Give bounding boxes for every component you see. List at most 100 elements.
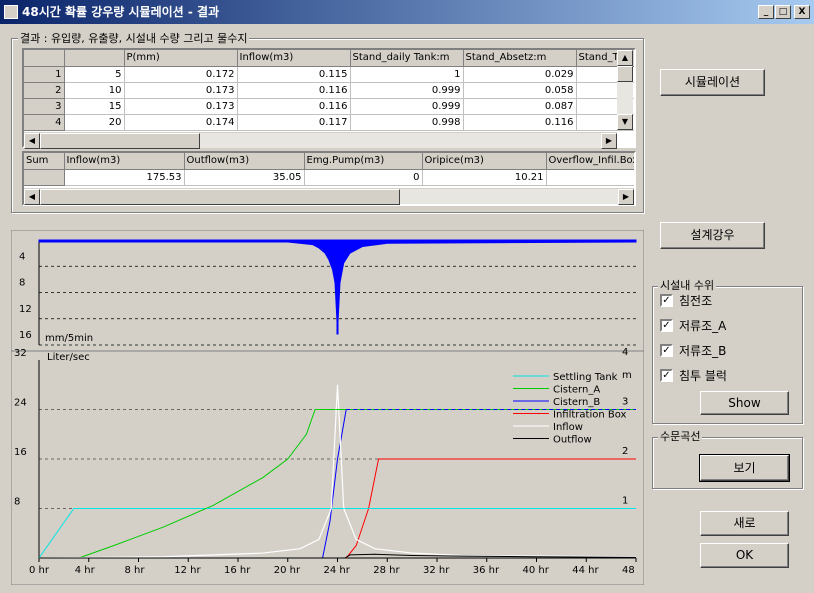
window-title: 48시간 확률 강우량 시뮬레이션 - 결과 (22, 5, 220, 19)
simulation-button[interactable]: 시뮬레이션 (660, 69, 765, 96)
sum-cell[interactable]: 175.53 (64, 169, 185, 186)
level-checkbox[interactable]: ✓ (660, 369, 673, 382)
table-header-cell[interactable]: Stand_Absetz:m (463, 50, 577, 67)
sum-row[interactable]: 175.53 35.05 0 10.21 (24, 169, 634, 186)
hydro-ytick-left-label: 8 (14, 497, 20, 508)
scroll-left-icon[interactable]: ◀ (24, 133, 40, 149)
sum-cell[interactable] (24, 169, 65, 186)
scroll-thumb[interactable] (617, 66, 633, 82)
table-cell[interactable]: 0.172 (124, 66, 238, 83)
new-button[interactable]: 새로 (700, 511, 789, 536)
hydro-xtick-label: 4 hr (75, 565, 96, 576)
row-header-cell[interactable]: 4 (24, 114, 65, 131)
ok-button[interactable]: OK (700, 543, 789, 568)
hydro-ytick-left-label: 24 (14, 398, 27, 409)
level-checkbox-label[interactable]: 침전조 (679, 292, 712, 309)
sum-header-cell[interactable]: Oripice(m3) (422, 153, 547, 170)
table-cell[interactable]: 1 (350, 66, 464, 83)
results-table-hscroll[interactable]: ◀ ▶ (24, 132, 617, 149)
view-button[interactable]: 보기 (699, 454, 790, 482)
table-cell[interactable]: 0.999 (350, 82, 464, 99)
hydro-xtick-label: 20 hr (274, 565, 301, 576)
table-cell[interactable]: 0.115 (237, 66, 351, 83)
hydro-xtick-label: 44 hr (572, 565, 599, 576)
sum-table-hscroll[interactable]: ◀ ▶ (24, 188, 634, 205)
sum-header-cell[interactable]: Outflow(m3) (184, 153, 305, 170)
level-checkbox[interactable]: ✓ (660, 294, 673, 307)
results-table-vscroll[interactable]: ▲ ▼ (617, 50, 633, 130)
table-cell[interactable]: 20 (64, 114, 125, 131)
maximize-button[interactable]: □ (775, 5, 791, 19)
level-checkbox-label[interactable]: 저류조_A (679, 317, 726, 334)
sum-header-cell[interactable]: Emg.Pump(m3) (304, 153, 423, 170)
table-cell[interactable]: 0.173 (124, 98, 238, 115)
sum-header-cell[interactable]: Overflow_Infil.Box( (546, 153, 634, 170)
row-header-cell[interactable]: 2 (24, 82, 65, 99)
sum-cell[interactable]: 0 (304, 169, 423, 186)
rain-ytick-label: 4 (19, 251, 25, 262)
scroll-left-icon[interactable]: ◀ (24, 189, 40, 205)
close-button[interactable]: X (794, 5, 810, 19)
table-cell[interactable]: 0.117 (237, 114, 351, 131)
hydro-xtick-label: 12 hr (174, 565, 201, 576)
rain-ytick-label: 12 (19, 304, 32, 315)
scroll-right-icon[interactable]: ▶ (601, 133, 617, 149)
scroll-down-icon[interactable]: ▼ (617, 114, 633, 130)
hydro-xtick-label: 8 hr (125, 565, 146, 576)
legend-label: Outflow (553, 435, 592, 446)
level-checkbox-label[interactable]: 침투 블럭 (679, 367, 727, 384)
table-header-cell[interactable] (64, 50, 125, 67)
legend-label: Infiltration Box (553, 410, 627, 421)
row-header-cell[interactable]: 1 (24, 66, 65, 83)
charts-area: 481216 mm/5min 81624321234Liter/secm0 hr 4… (11, 230, 644, 585)
table-cell[interactable]: 0.999 (350, 98, 464, 115)
sum-cell[interactable] (546, 169, 634, 186)
scroll-thumb[interactable] (40, 133, 200, 149)
sum-header-cell[interactable]: Sum (24, 153, 65, 170)
hydro-ytick-left-label: 16 (14, 447, 27, 458)
table-cell[interactable]: 0.173 (124, 82, 238, 99)
results-group-label: 결과 : 유입량, 유출량, 시설내 수량 그리고 물수지 (18, 32, 250, 45)
table-cell[interactable]: 0.058 (463, 82, 577, 99)
rain-ytick-label: 8 (19, 278, 25, 289)
table-cell[interactable]: 0.116 (463, 114, 577, 131)
table-row[interactable]: 2 10 0.173 0.116 0.999 0.058 (24, 82, 634, 99)
table-cell[interactable]: 0.116 (237, 82, 351, 99)
table-cell[interactable]: 0.998 (350, 114, 464, 131)
table-row[interactable]: 1 5 0.172 0.115 1 0.029 (24, 66, 634, 83)
hydro-ytick-right-label: 1 (622, 496, 628, 507)
rain-ytick-label: 16 (19, 330, 32, 341)
table-row[interactable]: 4 20 0.174 0.117 0.998 0.116 (24, 114, 634, 131)
minimize-button[interactable]: _ (758, 5, 774, 19)
legend-label: Cistern_A (553, 385, 600, 396)
hydro-xtick-label: 40 hr (523, 565, 550, 576)
table-cell[interactable]: 10 (64, 82, 125, 99)
sum-cell[interactable]: 10.21 (422, 169, 547, 186)
design-rain-button[interactable]: 설계강우 (660, 222, 765, 249)
sum-header-cell[interactable]: Inflow(m3) (64, 153, 185, 170)
hydro-ytick-right-label: 2 (622, 446, 628, 457)
level-checkbox-label[interactable]: 저류조_B (679, 342, 726, 359)
table-header-cell[interactable]: Stand_daily Tank:m (350, 50, 464, 67)
table-row[interactable]: 3 15 0.173 0.116 0.999 0.087 (24, 98, 634, 115)
row-header-cell[interactable]: 3 (24, 98, 65, 115)
title-bar: 48시간 확률 강우량 시뮬레이션 - 결과 _ □ X (0, 0, 814, 24)
scroll-right-icon[interactable]: ▶ (618, 189, 634, 205)
table-cell[interactable]: 0.174 (124, 114, 238, 131)
table-header-cell[interactable]: P(mm) (124, 50, 238, 67)
table-cell[interactable]: 0.087 (463, 98, 577, 115)
hydro-xtick-label: 36 hr (473, 565, 500, 576)
level-checkbox[interactable]: ✓ (660, 319, 673, 332)
table-header-cell[interactable]: Inflow(m3) (237, 50, 351, 67)
level-checkbox[interactable]: ✓ (660, 344, 673, 357)
table-cell[interactable]: 5 (64, 66, 125, 83)
show-button[interactable]: Show (700, 391, 789, 415)
scroll-thumb[interactable] (40, 189, 400, 205)
table-cell[interactable]: 0.029 (463, 66, 577, 83)
sum-cell[interactable]: 35.05 (184, 169, 305, 186)
table-cell[interactable]: 0.116 (237, 98, 351, 115)
scroll-up-icon[interactable]: ▲ (617, 50, 633, 66)
hydro-ylabel-right: m (622, 370, 632, 381)
table-header-cell[interactable] (24, 50, 65, 67)
table-cell[interactable]: 15 (64, 98, 125, 115)
